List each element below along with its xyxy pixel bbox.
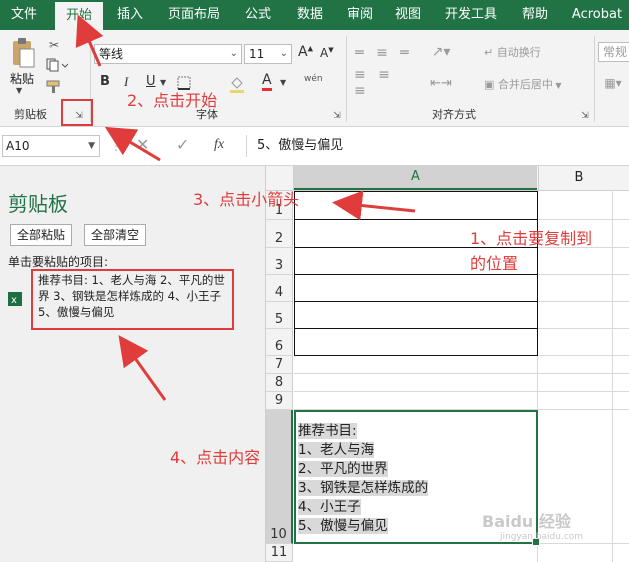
arrow-to-launcher <box>104 126 161 162</box>
watermark-brand: Baidu 经验 <box>482 512 571 531</box>
arrow-to-home-tab <box>75 14 104 67</box>
watermark-url: jingyan.baidu.com <box>500 532 584 542</box>
arrow-to-step3-text <box>332 190 416 221</box>
arrow-to-clipboard-item <box>118 335 167 401</box>
annotation-arrows <box>75 14 416 401</box>
